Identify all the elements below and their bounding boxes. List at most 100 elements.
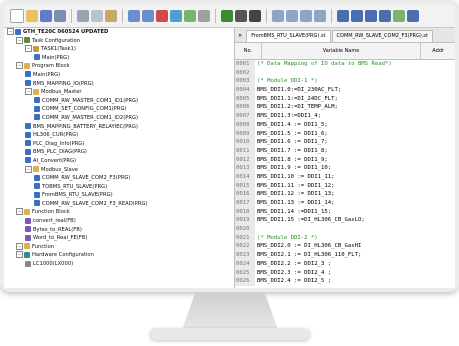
code-editor[interactable]: ✕ FromBMS_RTU_SLAVE(PRG).st COMM_RW_SLAV… <box>235 28 455 288</box>
tab-frombms[interactable]: FromBMS_RTU_SLAVE(PRG).st <box>246 30 331 42</box>
code-text: BMS_DDI1.2:=DI_TEMP_ALM; <box>257 104 338 111</box>
redo-icon[interactable] <box>142 9 154 22</box>
breakpoint-icon[interactable] <box>314 9 326 22</box>
code-line[interactable]: 0023 BMS_DDI2.1 := DI_HL306_110_FLT; <box>235 251 455 260</box>
tree-item[interactable]: Bytes_to_REAL(FB) <box>4 226 234 235</box>
folder-icon <box>24 208 30 215</box>
tree-item[interactable]: COMM_RW_SLAVE_COM2_F3_READ(PRG) <box>4 200 234 209</box>
code-line[interactable]: 0019 BMS_DDI1.15 :=DI_HL306_CB_GasLO; <box>235 216 455 226</box>
tree-item[interactable]: convert_real(FB) <box>4 217 234 226</box>
expand-toggle-icon[interactable]: − <box>16 208 23 216</box>
code-line[interactable]: 0024 BMS_DDI2.2 := DDI2_3 ; <box>235 259 455 269</box>
step-out-icon[interactable] <box>300 9 312 22</box>
code-line[interactable]: 0007 BMS_DDI1.3:=DDI1_4; <box>235 112 455 121</box>
code-line[interactable]: 0015 BMS_DDI1.11 := DDI1_12; <box>235 181 455 191</box>
code-line[interactable]: 0003 (* Module DDI-1 *) <box>235 77 455 87</box>
compile-icon[interactable] <box>184 9 196 22</box>
monitor-icon[interactable] <box>365 9 377 22</box>
code-line[interactable]: 0010 BMS_DDI1.6 := DDI1_7; <box>235 138 455 147</box>
expand-toggle-icon[interactable]: − <box>7 28 14 35</box>
new-file-icon[interactable] <box>10 8 24 23</box>
code-line[interactable]: 0004 BMS_DDI1.0:=DI_230AC_FLT; <box>235 86 455 95</box>
code-line[interactable]: 0020 <box>235 225 455 234</box>
io-icon[interactable] <box>407 9 419 22</box>
settings-icon[interactable] <box>379 9 391 22</box>
code-line[interactable]: 0005 BMS_DDI1.1:=DI_24DC_FLT; <box>235 94 455 104</box>
tree-item[interactable]: BMS_MAPPING_IO(PRG) <box>4 80 234 89</box>
save-icon[interactable] <box>40 9 52 22</box>
tree-item[interactable]: LC1000(LX000) <box>4 260 234 269</box>
step-over-icon[interactable] <box>286 9 298 22</box>
tree-item[interactable]: COMM_SET_CONFIG_COM1(PRG) <box>4 105 234 114</box>
tree-item[interactable]: FromBMS_RTU_SLAVE(PRG) <box>4 191 234 200</box>
expand-toggle-icon[interactable]: − <box>16 242 23 250</box>
tab-close-icon[interactable]: ✕ <box>235 31 245 42</box>
code-line[interactable]: 0006 BMS_DDI1.2:=DI_TEMP_ALM; <box>235 103 455 113</box>
tree-item[interactable]: − TASK1(Task1) <box>4 45 234 54</box>
tree-item[interactable]: − GTH_TE20C 060524 UPDATED <box>4 28 234 37</box>
code-line[interactable]: 0008 BMS_DDI1.4 := DDI1_5; <box>235 120 455 130</box>
code-line[interactable]: 0026 BMS_DDI2.4 := DDI2_5 ; <box>235 277 455 286</box>
code-line[interactable]: 0013 BMS_DDI1.9 := DDI1_10; <box>235 164 455 173</box>
code-line[interactable]: 0009 BMS_DDI1.5 := DDI1_6; <box>235 129 455 139</box>
tree-item[interactable]: PLC_Diag_Info(PRG) <box>4 140 234 149</box>
tree-item[interactable]: COMM_RW_MASTER_COM1_ID1(PRG) <box>4 97 234 106</box>
tree-item[interactable]: Main(PRG) <box>4 54 234 63</box>
ladder-icon[interactable] <box>393 9 405 22</box>
code-line[interactable]: 0011 BMS_DDI1.7 := DDI1_8; <box>235 146 455 156</box>
tree-item[interactable]: COMM_RW_SLAVE_COM2_F3(PRG) <box>4 174 234 183</box>
code-line[interactable]: 0021 (* Module DDI-2 *) <box>235 233 455 243</box>
tree-item[interactable]: Main(PRG) <box>4 71 234 80</box>
tree-item[interactable]: AI_Convert(PRG) <box>4 157 234 166</box>
tree-item[interactable]: − Program Block <box>4 62 234 71</box>
tree-item[interactable]: − Modbus_Slave <box>4 165 234 175</box>
code-line[interactable]: 0018 BMS_DDI1.14 :=DDI1_15; <box>235 207 455 217</box>
code-line[interactable]: 0014 BMS_DDI1.10 := DDI1_11; <box>235 172 455 182</box>
search-icon[interactable] <box>170 9 182 22</box>
tree-item[interactable]: − Function <box>4 242 234 252</box>
view-list-icon[interactable] <box>351 9 363 22</box>
project-tree[interactable]: − GTH_TE20C 060524 UPDATED − Task Configura… <box>4 28 235 288</box>
view-grid-icon[interactable] <box>337 9 349 22</box>
pause-icon[interactable] <box>235 9 247 22</box>
expand-toggle-icon[interactable]: − <box>16 62 23 70</box>
online-icon[interactable] <box>198 9 210 22</box>
line-number: 0026 <box>235 277 255 286</box>
step-icon[interactable] <box>272 9 284 22</box>
expand-toggle-icon[interactable]: − <box>25 45 32 53</box>
code-line[interactable]: 0016 BMS_DDI1.12 := DDI1_13; <box>235 190 455 199</box>
tree-item[interactable]: − Hardware Configuration <box>4 251 234 260</box>
tree-item[interactable]: HL306_CUR(PRG) <box>4 131 234 140</box>
tree-item-label: Modbus_Master <box>41 89 82 96</box>
save-all-icon[interactable] <box>54 9 66 22</box>
code-line[interactable]: 0017 BMS_DDI1.13 := DDI1_14; <box>235 199 455 208</box>
open-folder-icon[interactable] <box>26 9 38 22</box>
code-line[interactable]: 0012 BMS_DDI1.8 := DDI1_9; <box>235 155 455 165</box>
tree-item[interactable]: Word_to_Real_FE(FB) <box>4 234 234 243</box>
code-area[interactable]: 0001 (* Data Mapping of IO data to BMS Re… <box>235 60 455 286</box>
code-line[interactable]: 0022 BMS_DDI2.0 := DI_HL306_CB_GasHI <box>235 242 455 252</box>
tab-comm-rw-slave[interactable]: COMM_RW_SLAVE_COM2_F3(PRG).st <box>331 30 433 42</box>
undo-icon[interactable] <box>128 9 140 22</box>
tree-item[interactable]: BMS_PLC_DIAG(PRG) <box>4 148 234 157</box>
paste-icon[interactable] <box>105 9 117 22</box>
code-line[interactable]: 0025 BMS_DDI2.3 := DDI2_4 ; <box>235 268 455 278</box>
code-line[interactable]: 0002 <box>235 68 455 78</box>
copy-icon[interactable] <box>91 9 103 22</box>
expand-toggle-icon[interactable]: − <box>16 251 23 259</box>
download-icon[interactable] <box>156 9 168 22</box>
expand-toggle-icon[interactable]: − <box>25 165 32 173</box>
expand-toggle-icon[interactable]: − <box>25 88 32 96</box>
stop-icon[interactable] <box>249 9 261 22</box>
run-icon[interactable] <box>221 9 233 22</box>
code-line[interactable]: 0001 (* Data Mapping of IO data to BMS Re… <box>235 60 455 69</box>
tree-item[interactable]: TOBMS_RTU_SLAVE(PRG) <box>4 183 234 192</box>
tree-item[interactable]: BMS_MAPPING_BATTERY_RELAYIEC(PRG) <box>4 123 234 132</box>
tree-item[interactable]: COMM_RW_MASTER_COM1_ID2(PRG) <box>4 114 234 123</box>
cut-icon[interactable] <box>77 9 89 22</box>
prg-icon <box>25 123 31 130</box>
tree-item[interactable]: − Function Block <box>4 208 234 217</box>
tree-item[interactable]: − Modbus_Master <box>4 88 234 97</box>
expand-toggle-icon[interactable]: − <box>16 36 23 44</box>
tree-item[interactable]: − Task Configuration <box>4 36 234 46</box>
